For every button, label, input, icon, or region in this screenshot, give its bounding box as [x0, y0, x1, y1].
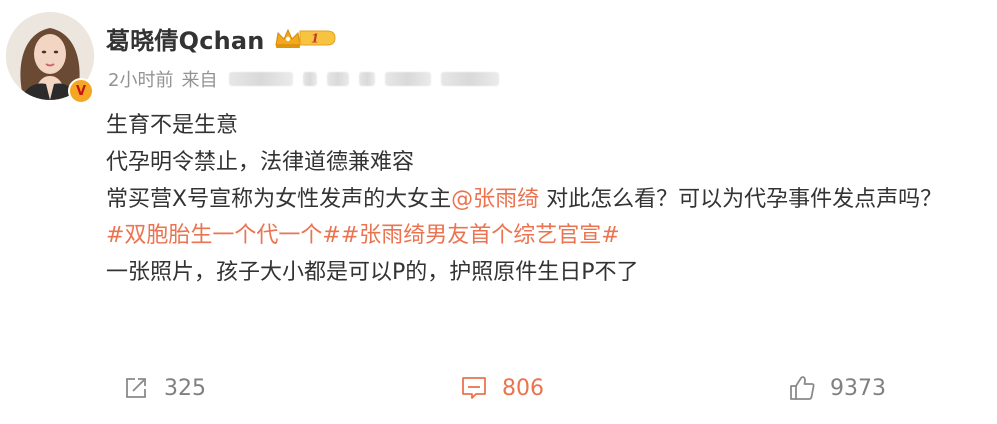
verified-badge-icon: V [68, 78, 94, 104]
like-button[interactable]: 9373 [786, 368, 886, 408]
crown-vip-icon[interactable]: 1 [273, 25, 337, 51]
topic-line: #双胞胎生一个代一个##张雨绮男友首个综艺官宣# [106, 218, 986, 255]
content-line-with-mention: 常买营X号宣称为女性发声的大女主@张雨绮 对此怎么看？可以为代孕事件发点声吗？ [106, 182, 986, 219]
repost-icon [120, 372, 152, 404]
repost-count: 325 [164, 375, 206, 401]
thumbs-up-icon [786, 372, 818, 404]
weibo-post-card: V 葛晓倩Qchan 1 2小时前 来自 生育不是生意 代孕明令禁止，法律道德兼… [0, 0, 997, 424]
comment-icon [458, 372, 490, 404]
action-bar: 325 806 9373 [0, 368, 997, 408]
post-meta: 2小时前 来自 [108, 64, 500, 94]
content-line: 代孕明令禁止，法律道德兼难容 [106, 149, 415, 175]
topic-link[interactable]: #双胞胎生一个代一个# [106, 223, 341, 248]
topic-link[interactable]: #张雨绮男友首个综艺官宣# [341, 223, 620, 248]
comment-count: 806 [502, 375, 544, 401]
mention-link[interactable]: @张雨绮 [451, 187, 539, 212]
content-line: 一张照片，孩子大小都是可以P的，护照原件生日P不了 [106, 260, 639, 286]
content-line: 生育不是生意 [106, 113, 239, 138]
username[interactable]: 葛晓倩Qchan [106, 21, 265, 56]
post-content: 生育不是生意 代孕明令禁止，法律道德兼难容 常买营X号宣称为女性发声的大女主@张… [106, 108, 986, 292]
source-label: 来自 [181, 70, 218, 91]
content-text: 对此怎么看？可以为代孕事件发点声吗？ [539, 186, 943, 212]
username-row: 葛晓倩Qchan 1 [106, 18, 337, 58]
post-time[interactable]: 2小时前 [108, 66, 173, 92]
vip-level-text: 1 [310, 32, 318, 46]
like-count: 9373 [830, 375, 886, 401]
comment-button[interactable]: 806 [458, 368, 544, 408]
content-text: 常买营X号宣称为女性发声的大女主 [106, 186, 452, 212]
repost-button[interactable]: 325 [120, 368, 206, 408]
source-device-blurred [229, 72, 500, 86]
